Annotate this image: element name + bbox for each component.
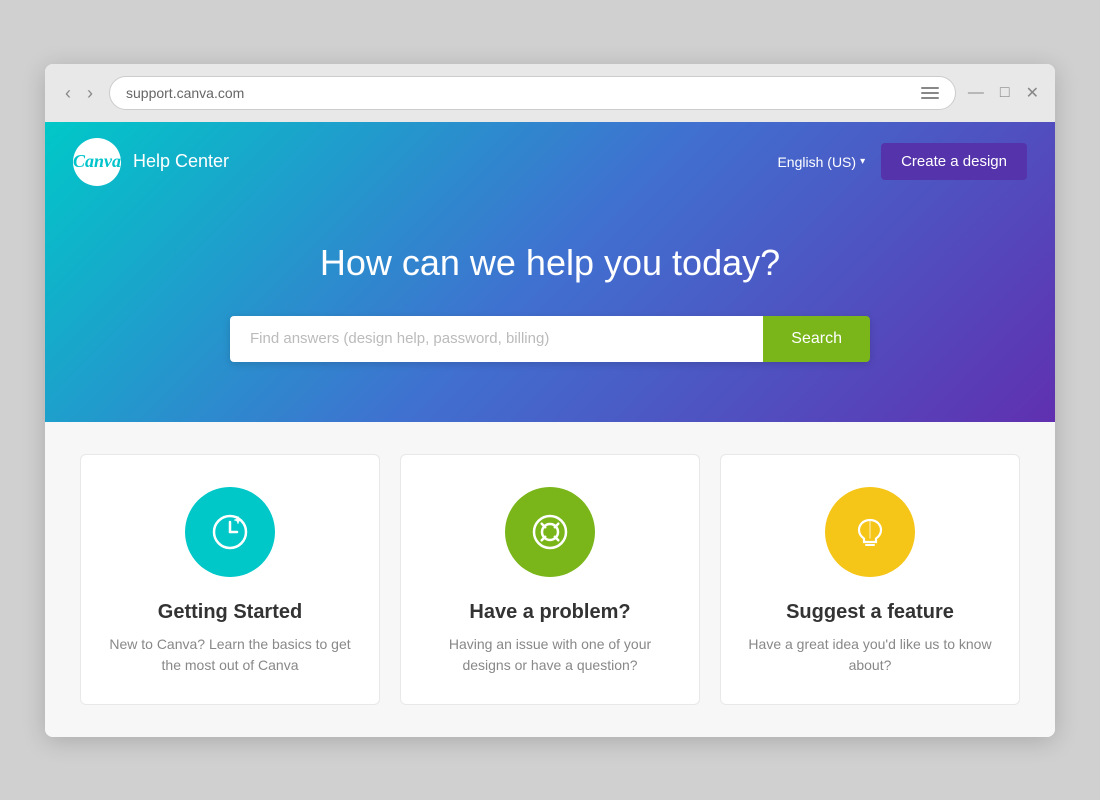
address-text: support.canva.com [126,85,244,101]
card-suggest-feature-title: Suggest a feature [786,601,954,624]
close-button[interactable]: ✕ [1026,83,1039,103]
hero-title: How can we help you today? [65,242,1035,284]
have-problem-icon-circle [505,487,595,577]
clock-icon [208,510,252,554]
search-input[interactable] [230,316,763,362]
canva-logo: Canva [73,138,121,186]
cards-section: Getting Started New to Canva? Learn the … [45,422,1055,737]
nav-buttons: ‹ › [61,82,97,104]
language-selector[interactable]: English (US) ▾ [777,154,865,170]
search-button[interactable]: Search [763,316,870,362]
card-getting-started[interactable]: Getting Started New to Canva? Learn the … [80,454,380,705]
language-label: English (US) [777,154,856,170]
hero-section: Canva Help Center English (US) ▾ Create … [45,122,1055,422]
lightbulb-icon [848,510,892,554]
card-have-problem[interactable]: Have a problem? Having an issue with one… [400,454,700,705]
getting-started-icon-circle [185,487,275,577]
logo-area: Canva Help Center [73,138,229,186]
card-getting-started-title: Getting Started [158,601,302,624]
card-suggest-feature[interactable]: Suggest a feature Have a great idea you'… [720,454,1020,705]
nav-right: English (US) ▾ Create a design [777,143,1027,180]
lifebuoy-icon [528,510,572,554]
address-bar[interactable]: support.canva.com [109,76,956,110]
create-design-button[interactable]: Create a design [881,143,1027,180]
browser-chrome: ‹ › support.canva.com — □ ✕ [45,64,1055,122]
minimize-button[interactable]: — [968,84,984,102]
maximize-button[interactable]: □ [1000,84,1010,102]
help-center-label: Help Center [133,151,229,172]
window-controls: — □ ✕ [968,83,1039,103]
hero-nav: Canva Help Center English (US) ▾ Create … [45,122,1055,202]
card-have-problem-desc: Having an issue with one of your designs… [425,634,675,676]
chevron-down-icon: ▾ [860,156,865,167]
browser-window: ‹ › support.canva.com — □ ✕ Canva Help C… [45,64,1055,737]
hamburger-icon[interactable] [921,87,939,99]
forward-button[interactable]: › [83,82,97,104]
search-bar: Search [230,316,870,362]
hero-content: How can we help you today? Search [45,202,1055,422]
card-have-problem-title: Have a problem? [469,601,630,624]
card-suggest-feature-desc: Have a great idea you'd like us to know … [745,634,995,676]
back-button[interactable]: ‹ [61,82,75,104]
suggest-feature-icon-circle [825,487,915,577]
card-getting-started-desc: New to Canva? Learn the basics to get th… [105,634,355,676]
